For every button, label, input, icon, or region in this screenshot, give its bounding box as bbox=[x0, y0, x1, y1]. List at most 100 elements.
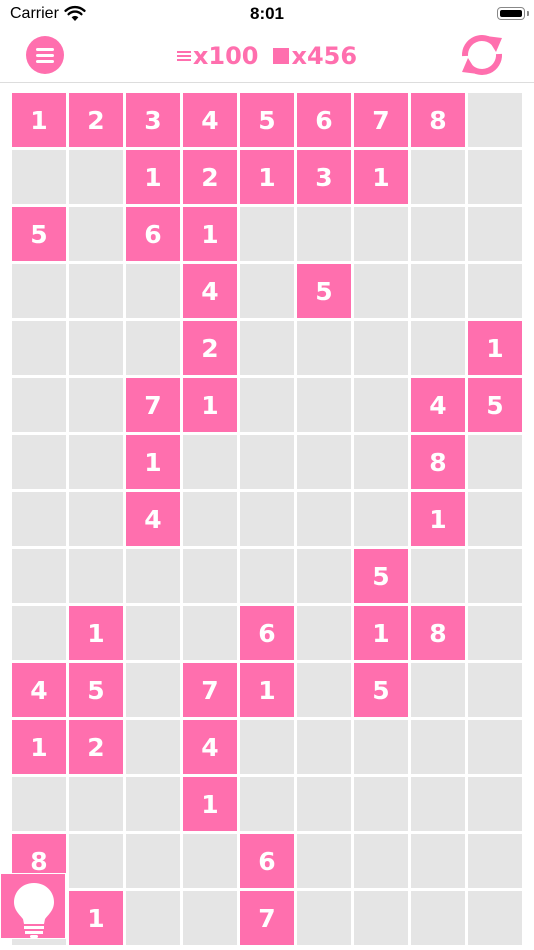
grid-cell[interactable]: 3 bbox=[126, 93, 180, 147]
grid-cell[interactable] bbox=[183, 549, 237, 603]
grid-cell[interactable]: 4 bbox=[126, 492, 180, 546]
grid-cell[interactable]: 1 bbox=[126, 435, 180, 489]
grid-cell[interactable]: 1 bbox=[69, 606, 123, 660]
grid-cell[interactable] bbox=[69, 492, 123, 546]
grid-cell[interactable] bbox=[354, 777, 408, 831]
grid-cell[interactable]: 4 bbox=[12, 663, 66, 717]
grid-cell[interactable]: 1 bbox=[12, 93, 66, 147]
grid-cell[interactable] bbox=[240, 264, 294, 318]
grid-cell[interactable] bbox=[12, 435, 66, 489]
grid-cell[interactable] bbox=[183, 891, 237, 945]
hint-button[interactable] bbox=[0, 873, 66, 939]
grid-cell[interactable] bbox=[240, 321, 294, 375]
grid-cell[interactable]: 1 bbox=[69, 891, 123, 945]
grid-cell[interactable] bbox=[354, 321, 408, 375]
grid-cell[interactable] bbox=[240, 207, 294, 261]
grid-cell[interactable] bbox=[297, 891, 351, 945]
grid-cell[interactable] bbox=[297, 321, 351, 375]
grid-cell[interactable]: 7 bbox=[126, 378, 180, 432]
grid-cell[interactable] bbox=[468, 891, 522, 945]
grid-cell[interactable] bbox=[12, 777, 66, 831]
grid-cell[interactable] bbox=[354, 378, 408, 432]
grid-cell[interactable]: 7 bbox=[183, 663, 237, 717]
grid-cell[interactable] bbox=[468, 834, 522, 888]
grid-cell[interactable] bbox=[12, 150, 66, 204]
grid-cell[interactable] bbox=[297, 720, 351, 774]
grid-cell[interactable] bbox=[297, 207, 351, 261]
grid-cell[interactable]: 1 bbox=[354, 606, 408, 660]
grid-cell[interactable] bbox=[126, 720, 180, 774]
grid-cell[interactable] bbox=[183, 492, 237, 546]
grid-cell[interactable] bbox=[411, 321, 465, 375]
grid-cell[interactable] bbox=[69, 150, 123, 204]
grid-cell[interactable] bbox=[411, 777, 465, 831]
grid-cell[interactable]: 5 bbox=[12, 207, 66, 261]
grid-cell[interactable] bbox=[411, 834, 465, 888]
grid-cell[interactable]: 4 bbox=[183, 720, 237, 774]
grid-cell[interactable]: 1 bbox=[183, 207, 237, 261]
grid-cell[interactable] bbox=[354, 264, 408, 318]
grid-cell[interactable]: 6 bbox=[240, 834, 294, 888]
grid-cell[interactable]: 1 bbox=[354, 150, 408, 204]
grid-cell[interactable] bbox=[183, 435, 237, 489]
grid-cell[interactable]: 3 bbox=[297, 150, 351, 204]
grid-cell[interactable]: 5 bbox=[354, 549, 408, 603]
grid-cell[interactable] bbox=[126, 663, 180, 717]
grid-cell[interactable] bbox=[468, 663, 522, 717]
grid-cell[interactable] bbox=[411, 264, 465, 318]
grid-cell[interactable] bbox=[297, 492, 351, 546]
grid-cell[interactable]: 5 bbox=[240, 93, 294, 147]
grid-cell[interactable] bbox=[126, 264, 180, 318]
grid-cell[interactable] bbox=[126, 321, 180, 375]
refresh-button[interactable] bbox=[456, 32, 508, 78]
grid-cell[interactable] bbox=[69, 321, 123, 375]
grid-cell[interactable]: 5 bbox=[69, 663, 123, 717]
grid-cell[interactable]: 4 bbox=[183, 264, 237, 318]
grid-cell[interactable]: 1 bbox=[468, 321, 522, 375]
grid-cell[interactable]: 2 bbox=[183, 321, 237, 375]
grid-cell[interactable] bbox=[183, 606, 237, 660]
grid-cell[interactable]: 7 bbox=[354, 93, 408, 147]
grid-cell[interactable]: 5 bbox=[468, 378, 522, 432]
grid-cell[interactable] bbox=[354, 492, 408, 546]
grid-cell[interactable]: 4 bbox=[411, 378, 465, 432]
grid-cell[interactable] bbox=[354, 834, 408, 888]
grid-cell[interactable] bbox=[12, 606, 66, 660]
grid-cell[interactable]: 5 bbox=[297, 264, 351, 318]
grid-cell[interactable] bbox=[240, 435, 294, 489]
grid-cell[interactable] bbox=[411, 150, 465, 204]
grid-cell[interactable] bbox=[468, 150, 522, 204]
grid-cell[interactable] bbox=[411, 891, 465, 945]
grid-cell[interactable] bbox=[468, 93, 522, 147]
grid-cell[interactable]: 1 bbox=[12, 720, 66, 774]
grid-cell[interactable] bbox=[126, 606, 180, 660]
grid-cell[interactable] bbox=[69, 207, 123, 261]
grid-cell[interactable] bbox=[468, 720, 522, 774]
grid-cell[interactable] bbox=[12, 378, 66, 432]
grid-cell[interactable] bbox=[468, 264, 522, 318]
grid-cell[interactable] bbox=[12, 321, 66, 375]
grid-cell[interactable] bbox=[240, 777, 294, 831]
grid-cell[interactable]: 8 bbox=[411, 606, 465, 660]
grid-cell[interactable]: 1 bbox=[183, 378, 237, 432]
grid-cell[interactable] bbox=[468, 492, 522, 546]
grid-cell[interactable] bbox=[12, 264, 66, 318]
grid-cell[interactable]: 2 bbox=[69, 93, 123, 147]
grid-cell[interactable] bbox=[183, 834, 237, 888]
grid-cell[interactable]: 1 bbox=[183, 777, 237, 831]
grid-cell[interactable] bbox=[297, 777, 351, 831]
grid-cell[interactable] bbox=[69, 378, 123, 432]
grid-cell[interactable] bbox=[69, 549, 123, 603]
grid-cell[interactable]: 4 bbox=[183, 93, 237, 147]
grid-cell[interactable] bbox=[354, 207, 408, 261]
grid-cell[interactable] bbox=[297, 549, 351, 603]
grid-cell[interactable]: 7 bbox=[240, 891, 294, 945]
grid-cell[interactable]: 6 bbox=[297, 93, 351, 147]
grid-cell[interactable]: 2 bbox=[69, 720, 123, 774]
grid-cell[interactable]: 8 bbox=[411, 435, 465, 489]
grid-cell[interactable] bbox=[126, 891, 180, 945]
grid-cell[interactable]: 2 bbox=[183, 150, 237, 204]
grid-cell[interactable] bbox=[126, 834, 180, 888]
grid-cell[interactable]: 1 bbox=[411, 492, 465, 546]
grid-cell[interactable] bbox=[12, 492, 66, 546]
